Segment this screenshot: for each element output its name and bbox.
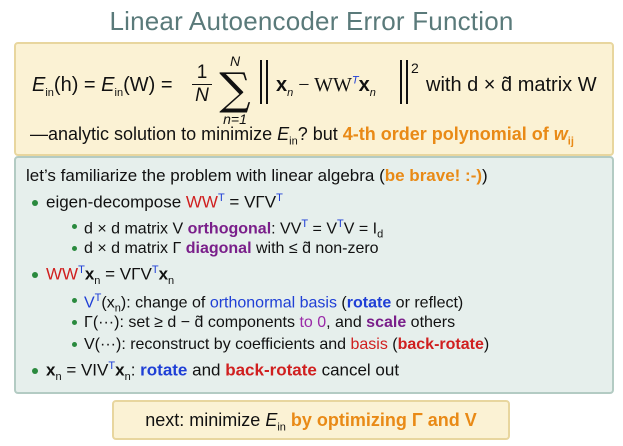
bullet-icon bbox=[32, 368, 38, 374]
error-function-box: Ein(h) = Ein(W) = 1 N N ∑ n=1 xn − WWTxn… bbox=[14, 42, 614, 156]
bullet-wwt-xn: WWTxn = VΓVTxn bbox=[46, 264, 175, 288]
summation-symbol: N ∑ n=1 bbox=[219, 53, 251, 127]
analytic-solution-line: —analytic solution to minimize Ein? but … bbox=[30, 124, 574, 148]
sub-bullet-icon bbox=[72, 342, 77, 347]
norm-right-bars bbox=[400, 60, 408, 104]
sub-bullet-icon bbox=[72, 298, 77, 303]
norm-left-bars bbox=[260, 60, 268, 104]
sub-bullet-set-components: Γ(···): set ≥ d − d̃ components to 0, an… bbox=[84, 314, 456, 331]
slide-title: Linear Autoencoder Error Function bbox=[109, 6, 514, 36]
sub-bullet-reconstruct: V(···): reconstruct by coefficients and … bbox=[84, 336, 490, 353]
norm-body: xn − WWTxn bbox=[276, 74, 376, 99]
equation-lhs: Ein(h) = Ein(W) = bbox=[32, 74, 173, 99]
power-exponent: 2 bbox=[411, 60, 419, 76]
bullet-icon bbox=[32, 200, 38, 206]
sub-bullet-icon bbox=[72, 246, 77, 251]
bullet-icon bbox=[32, 272, 38, 278]
error-function-equation: Ein(h) = Ein(W) = 1 N N ∑ n=1 xn − WWTxn… bbox=[32, 54, 612, 126]
bullet-rotate-cancel: xn = VIVTxn: rotate and back-rotate canc… bbox=[46, 360, 400, 384]
matrix-description: with d × d̃ matrix W bbox=[426, 74, 597, 96]
sub-bullet-icon bbox=[72, 320, 77, 325]
sub-bullet-diagonal: d × d matrix Γ diagonal with ≤ d̃ non-ze… bbox=[84, 240, 379, 257]
intro-line: let’s familiarize the problem with linea… bbox=[26, 166, 488, 185]
bullet-eigen-decompose: eigen-decompose WWT = VΓVT bbox=[46, 192, 283, 212]
sub-bullet-icon bbox=[72, 224, 77, 229]
next-step-box: next: minimize Ein by optimizing Γ and V bbox=[112, 400, 510, 440]
sub-bullet-change-basis: VT(xn): change of orthonormal basis (rot… bbox=[84, 292, 464, 315]
fraction: 1 N bbox=[192, 62, 212, 107]
linear-algebra-box: let’s familiarize the problem with linea… bbox=[14, 156, 614, 394]
sub-bullet-orthogonal: d × d matrix V orthogonal: VVT = VTV = I… bbox=[84, 218, 384, 241]
